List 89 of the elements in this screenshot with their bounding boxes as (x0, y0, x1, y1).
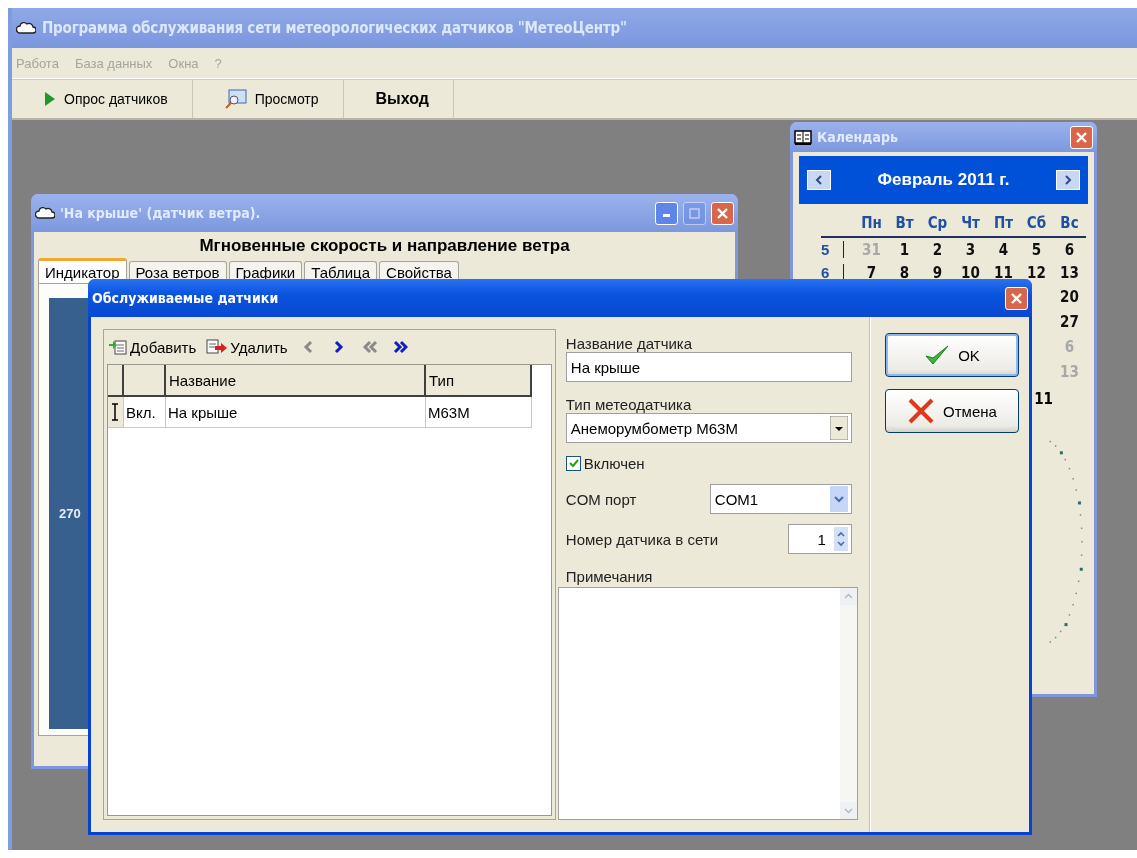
close-icon (1075, 130, 1088, 144)
close-button[interactable] (1070, 125, 1093, 149)
chevron-down-icon (829, 486, 848, 512)
day-cell[interactable]: 8 (888, 263, 921, 282)
table-cell: Вкл. (124, 397, 166, 428)
day-cell[interactable]: 4 (987, 240, 1020, 259)
today-label: 11 (1034, 390, 1053, 408)
dial-label: 270 (59, 506, 81, 521)
column-header[interactable]: Тип (426, 365, 532, 397)
window-title: Программа обслуживания сети метеорологических датчиков "МетеоЦентр" (42, 19, 627, 37)
month-title: Февраль 2011 г. (877, 170, 1010, 190)
minimize-button[interactable] (655, 201, 678, 225)
tab[interactable]: Индикатор (38, 258, 127, 283)
sensor-name-field[interactable]: На крыше (565, 352, 852, 382)
weekday-label: Пт (992, 214, 1015, 232)
close-icon (1010, 291, 1023, 305)
dropdown-arrow-icon (829, 416, 848, 440)
enabled-checkbox[interactable] (565, 456, 581, 471)
day-cell[interactable]: 1 (888, 240, 921, 259)
spin-arrows-icon (833, 527, 848, 551)
double-chevron-icon (361, 340, 378, 354)
scroll-down-icon (839, 802, 857, 819)
weekday-label: Чт (960, 214, 981, 232)
weekday-label: Вс (1059, 214, 1080, 232)
checkbox-label: Включен (583, 455, 645, 472)
header-cell (124, 365, 166, 397)
day-cell[interactable]: 3 (954, 240, 987, 259)
field-label: Номер датчика в сети (565, 530, 719, 548)
weekday-label: Пн (860, 214, 883, 232)
dialog-title: Обслуживаемые датчики (92, 290, 280, 306)
com-port-dropdown[interactable]: COM1 (709, 484, 852, 514)
field-label: Тип метеодатчика (565, 396, 693, 413)
cloud-icon (16, 21, 36, 35)
day-cell[interactable]: 7 (855, 263, 888, 282)
day-cell[interactable]: 5 (1020, 240, 1053, 259)
sensor-type-dropdown[interactable]: Анеморумбометр M63M (565, 413, 852, 443)
check-icon (567, 458, 579, 469)
notes-field[interactable] (557, 587, 858, 820)
previous-month-button[interactable] (807, 170, 831, 190)
table-cell: M63M (426, 397, 532, 428)
close-button[interactable] (1005, 286, 1028, 310)
toolbar-button[interactable]: Добавить (108, 338, 201, 356)
field-label: COM порт (565, 490, 637, 508)
day-cell[interactable]: 2 (921, 240, 954, 259)
ok-button[interactable]: OK (885, 333, 1019, 377)
column-header[interactable]: Название (166, 365, 426, 397)
maximize-icon (689, 207, 700, 219)
add-document-icon (108, 338, 128, 356)
checkmark-icon (924, 344, 951, 366)
sensor-number-spinner[interactable]: 1 (787, 524, 852, 554)
play-icon (44, 91, 56, 107)
field-label: Примечания (565, 568, 654, 585)
day-cell[interactable]: 13 (1053, 263, 1086, 282)
day-cell[interactable]: 27 (1053, 312, 1086, 331)
close-button[interactable] (711, 201, 734, 225)
toolbar-button[interactable]: Просмотр (192, 80, 344, 118)
toolbar-button[interactable]: Выход (343, 80, 454, 118)
day-cell[interactable]: 11 (987, 263, 1020, 282)
weekday-label: Вт (894, 214, 915, 232)
chevron-right-icon (1064, 175, 1072, 185)
calendar-icon (794, 129, 812, 145)
monitor-magnifier-icon (224, 89, 247, 109)
weekday-label: Ср (926, 214, 949, 232)
day-cell[interactable]: 10 (954, 263, 987, 282)
week-number: 5 (821, 241, 844, 258)
scrollbar[interactable] (839, 588, 857, 819)
chevron-left-icon (815, 175, 823, 185)
day-cell[interactable]: 20 (1053, 287, 1086, 306)
day-cell[interactable]: 6 (1053, 240, 1086, 259)
window-title: 'На крыше' (датчик ветра). (60, 205, 262, 221)
cloud-icon (35, 206, 55, 220)
cross-icon (907, 397, 936, 425)
maximize-button[interactable] (683, 201, 706, 225)
double-chevron-icon (391, 340, 408, 354)
day-cell[interactable]: 9 (921, 263, 954, 282)
delete-document-icon (206, 338, 229, 356)
text-cursor-icon (110, 403, 120, 421)
close-icon (716, 206, 729, 220)
next-month-button[interactable] (1056, 170, 1080, 190)
toolbar-button[interactable]: Опрос датчиков (12, 80, 193, 118)
weekday-label: Сб (1025, 214, 1048, 232)
toolbar-button[interactable]: Удалить (206, 338, 292, 356)
window-title: Календарь (817, 129, 899, 145)
table-cell: На крыше (166, 397, 426, 428)
cancel-button[interactable]: Отмена (885, 389, 1019, 433)
day-cell[interactable]: 12 (1020, 263, 1053, 282)
scroll-up-icon (839, 588, 857, 605)
field-label: Название датчика (565, 335, 694, 352)
panel-heading: Мгновенные скорость и направление ветра (198, 235, 571, 257)
